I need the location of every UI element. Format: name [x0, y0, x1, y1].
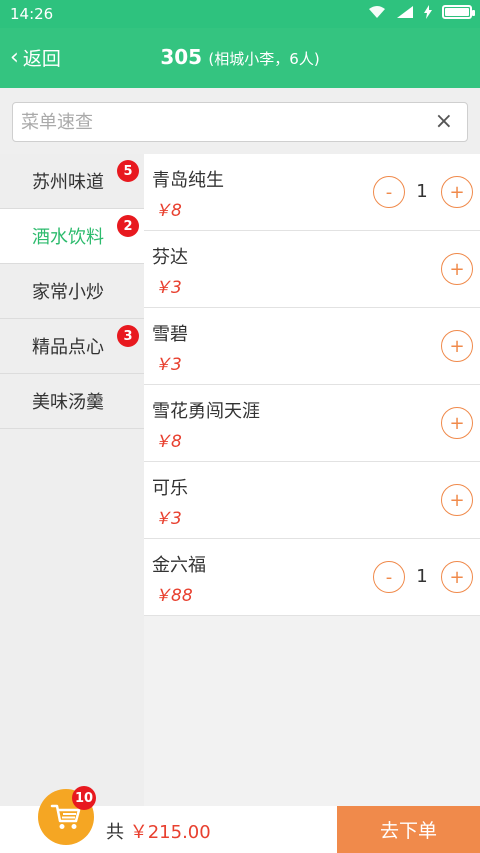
category-badge: 5	[117, 160, 139, 182]
category-item[interactable]: 精品点心 3	[0, 319, 144, 374]
category-sidebar: 苏州味道 5 酒水饮料 2 家常小炒 精品点心 3 美味汤羹	[0, 154, 144, 806]
battery-icon	[442, 5, 475, 19]
order-total: 共 ￥215.00	[106, 818, 211, 844]
total-prefix: 共	[106, 822, 124, 843]
item-price: ￥3	[154, 355, 182, 375]
table-number: 305	[160, 45, 203, 69]
category-label: 精品点心	[32, 337, 104, 358]
battery-level	[445, 8, 469, 16]
increase-button[interactable]: +	[441, 330, 473, 362]
item-name: 可乐	[152, 478, 188, 499]
status-time: 14:26	[10, 5, 54, 23]
menu-item: 可乐 ￥3 +	[144, 462, 480, 539]
cart-count-badge: 10	[72, 786, 96, 810]
increase-button[interactable]: +	[441, 253, 473, 285]
menu-item: 芬达 ￥3 +	[144, 231, 480, 308]
top-bar: ‹ 返回 305 (相城小李，6人)	[0, 28, 480, 88]
signal-icon	[397, 6, 413, 18]
total-amount: ￥215.00	[129, 822, 211, 843]
category-item[interactable]: 苏州味道 5	[0, 154, 144, 209]
place-order-button[interactable]: 去下单	[337, 806, 480, 853]
table-info: (相城小李，6人)	[208, 50, 320, 68]
menu-item-list: 青岛纯生 ￥8 - 1 + 芬达 ￥3 + 雪碧 ￥3 + 雪花勇闯天涯 ￥8 …	[144, 154, 480, 806]
search-input[interactable]	[21, 103, 421, 141]
decrease-button[interactable]: -	[373, 561, 405, 593]
item-name: 金六福	[152, 555, 206, 576]
category-item-active[interactable]: 酒水饮料 2	[0, 209, 144, 264]
item-price: ￥8	[154, 201, 182, 221]
category-label: 苏州味道	[32, 172, 104, 193]
clear-icon[interactable]: ×	[435, 111, 453, 133]
charging-icon	[424, 5, 432, 19]
search-box: ×	[12, 102, 468, 142]
item-name: 雪碧	[152, 324, 188, 345]
category-label: 美味汤羹	[32, 392, 104, 413]
item-price: ￥3	[154, 509, 182, 529]
page-title: 305 (相城小李，6人)	[0, 45, 480, 69]
status-icons	[368, 5, 475, 19]
item-name: 芬达	[152, 247, 188, 268]
status-bar: 14:26	[0, 0, 480, 28]
wifi-icon	[369, 6, 385, 18]
search-bar: ×	[0, 88, 480, 154]
increase-button[interactable]: +	[441, 484, 473, 516]
item-price: ￥88	[154, 586, 193, 606]
item-quantity: 1	[416, 181, 428, 202]
item-price: ￥3	[154, 278, 182, 298]
menu-item: 雪碧 ￥3 +	[144, 308, 480, 385]
category-label: 酒水饮料	[32, 227, 104, 248]
item-quantity: 1	[416, 566, 428, 587]
menu-item: 金六福 ￥88 - 1 +	[144, 539, 480, 616]
menu-item: 青岛纯生 ￥8 - 1 +	[144, 154, 480, 231]
increase-button[interactable]: +	[441, 561, 473, 593]
increase-button[interactable]: +	[441, 407, 473, 439]
item-price: ￥8	[154, 432, 182, 452]
category-badge: 3	[117, 325, 139, 347]
category-item[interactable]: 美味汤羹	[0, 374, 144, 429]
category-badge: 2	[117, 215, 139, 237]
decrease-button[interactable]: -	[373, 176, 405, 208]
item-name: 雪花勇闯天涯	[152, 401, 260, 422]
increase-button[interactable]: +	[441, 176, 473, 208]
menu-item: 雪花勇闯天涯 ￥8 +	[144, 385, 480, 462]
category-label: 家常小炒	[32, 282, 104, 303]
category-item[interactable]: 家常小炒	[0, 264, 144, 319]
item-name: 青岛纯生	[152, 170, 224, 191]
